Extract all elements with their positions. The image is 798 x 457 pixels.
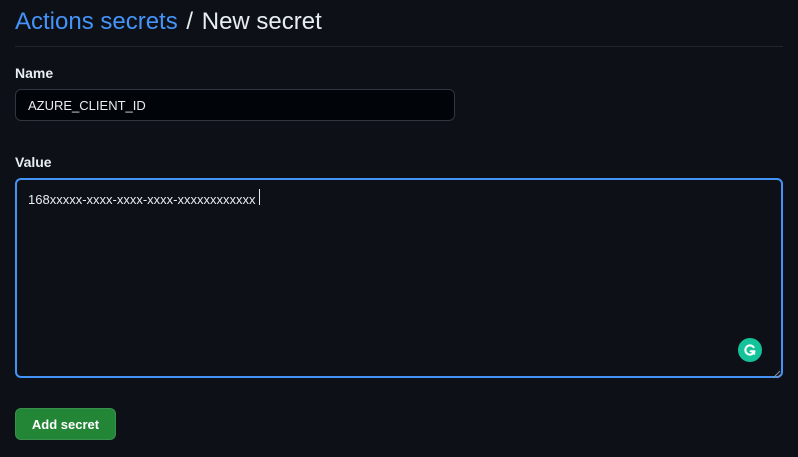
new-secret-page: Actions secrets / New secret Name Value …: [0, 0, 798, 457]
breadcrumb-separator: /: [186, 8, 194, 35]
value-field-wrapper: 168xxxxx-xxxx-xxxx-xxxx-xxxxxxxxxxxx: [15, 178, 783, 378]
name-label: Name: [15, 65, 54, 81]
grammarly-icon[interactable]: [738, 338, 762, 362]
text-caret: [259, 189, 260, 205]
value-textarea[interactable]: 168xxxxx-xxxx-xxxx-xxxx-xxxxxxxxxxxx: [15, 178, 783, 378]
page-header: Actions secrets / New secret: [15, 6, 783, 47]
name-input[interactable]: [15, 89, 455, 121]
breadcrumb-actions-secrets-link[interactable]: Actions secrets: [15, 8, 178, 35]
page-title: New secret: [201, 8, 322, 35]
resize-handle-icon[interactable]: [771, 366, 781, 379]
value-label: Value: [15, 154, 52, 170]
add-secret-button[interactable]: Add secret: [15, 408, 116, 440]
grammarly-g-glyph: [744, 344, 756, 356]
